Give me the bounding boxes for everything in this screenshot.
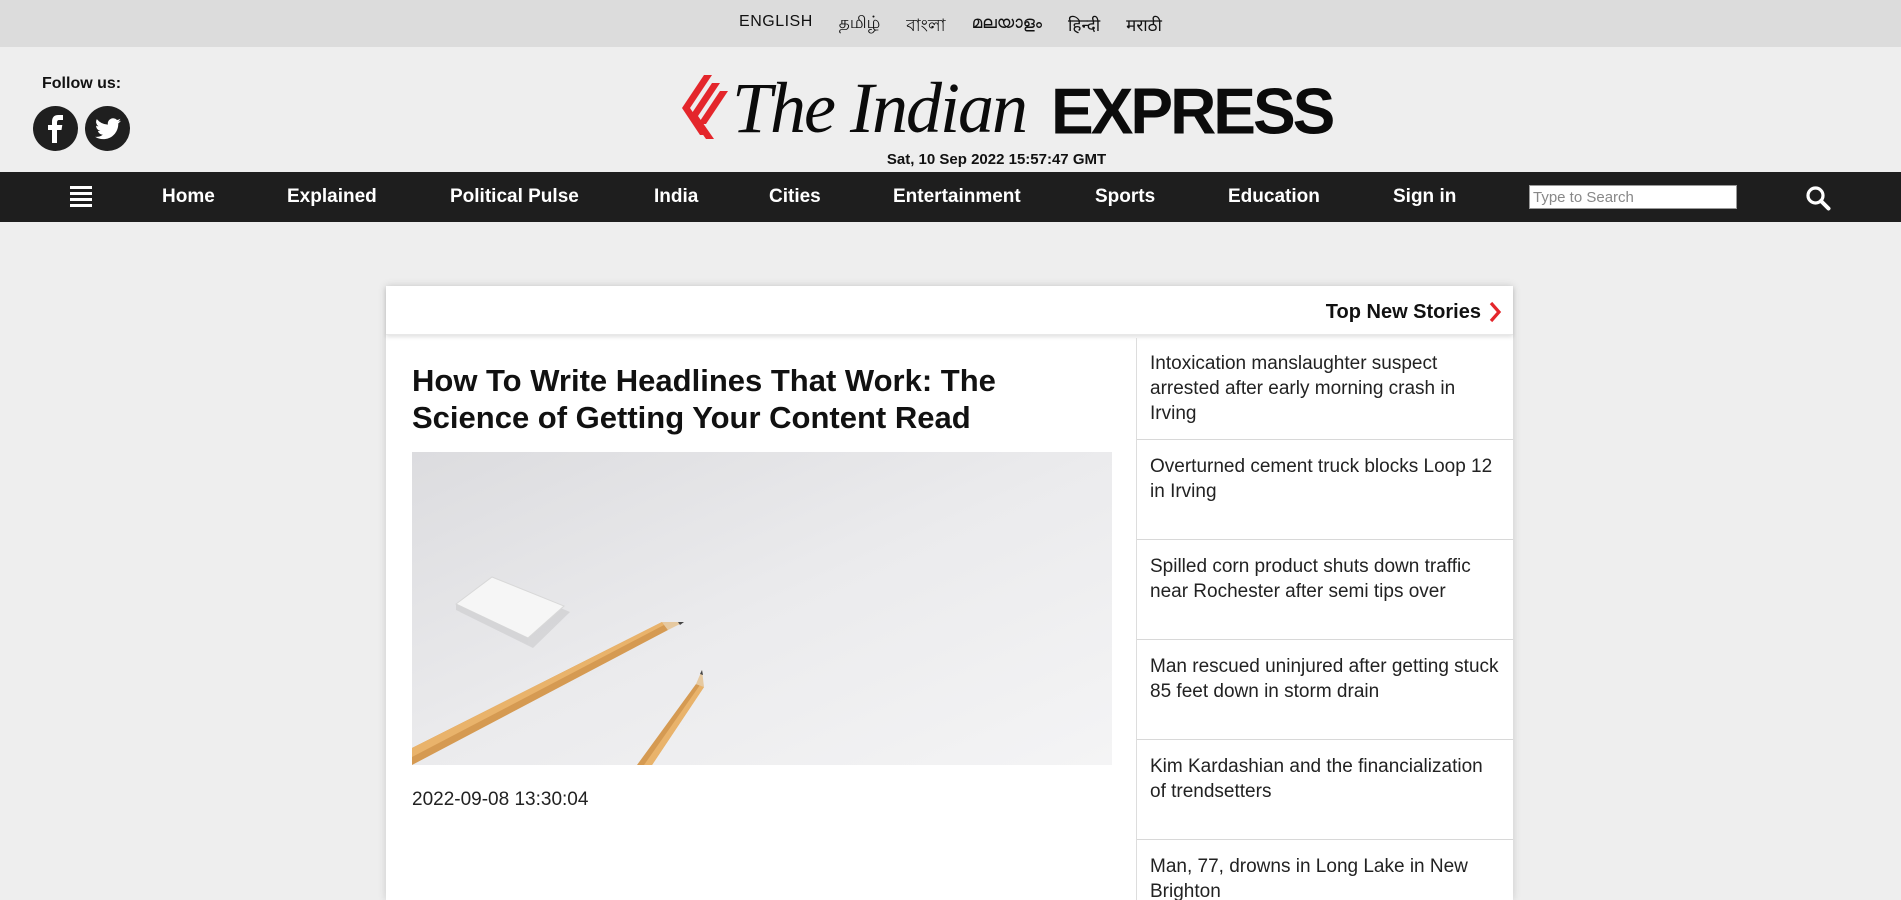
lang-bangla[interactable]: বাংলা: [906, 13, 945, 41]
twitter-icon[interactable]: [85, 106, 130, 151]
logo-mark-icon: [682, 75, 728, 139]
search-icon[interactable]: [1805, 185, 1831, 211]
story-item[interactable]: Kim Kardashian and the financialization …: [1137, 740, 1513, 840]
current-datetime: Sat, 10 Sep 2022 15:57:47 GMT: [886, 151, 1107, 168]
nav-political-pulse[interactable]: Political Pulse: [450, 186, 579, 208]
follow-us-label: Follow us:: [42, 75, 122, 92]
story-item[interactable]: Man, 77, drowns in Long Lake in New Brig…: [1137, 840, 1513, 900]
top-stories-label: Top New Stories: [1325, 301, 1481, 323]
nav-sports[interactable]: Sports: [1095, 186, 1155, 208]
search-input[interactable]: [1529, 185, 1737, 209]
article-image[interactable]: [412, 452, 1112, 765]
article: How To Write Headlines That Work: The Sc…: [412, 362, 1112, 810]
lang-hindi[interactable]: हिन्दी: [1068, 13, 1100, 41]
lang-english[interactable]: ENGLISH: [739, 13, 813, 41]
nav-sign-in[interactable]: Sign in: [1393, 186, 1456, 208]
pencils-eraser-illustration: [412, 452, 1112, 765]
article-headline[interactable]: How To Write Headlines That Work: The Sc…: [412, 362, 1112, 436]
hamburger-icon[interactable]: [70, 186, 92, 208]
story-item[interactable]: Spilled corn product shuts down traffic …: [1137, 540, 1513, 640]
lang-marathi[interactable]: मराठी: [1126, 13, 1162, 41]
facebook-icon[interactable]: [33, 106, 78, 151]
language-list: ENGLISH தமிழ் বাংলা മലയാളം हिन्दी मराठी: [0, 13, 1901, 41]
nav-entertainment[interactable]: Entertainment: [893, 186, 1021, 208]
chevron-right-icon[interactable]: [1487, 300, 1503, 324]
social-links: [33, 106, 130, 151]
logo-wordmark-the-indian: The Indian: [732, 68, 1028, 148]
lang-tamil[interactable]: தமிழ்: [839, 13, 881, 41]
language-bar: ENGLISH தமிழ் বাংলা മലയാളം हिन्दी मराठी: [0, 0, 1901, 47]
site-logo[interactable]: The Indian EXPRESS: [678, 68, 1335, 148]
nav-explained[interactable]: Explained: [287, 186, 377, 208]
nav-home[interactable]: Home: [162, 186, 215, 208]
site-header: Follow us: The Indian EXPRESS Sat, 10 Se…: [0, 47, 1901, 172]
story-item[interactable]: Overturned cement truck blocks Loop 12 i…: [1137, 440, 1513, 540]
article-date: 2022-09-08 13:30:04: [412, 789, 589, 810]
top-stories-list: Intoxication manslaughter suspect arrest…: [1136, 338, 1513, 900]
main-nav: Home Explained Political Pulse India Cit…: [0, 172, 1901, 222]
story-item[interactable]: Man rescued uninjured after getting stuc…: [1137, 640, 1513, 740]
top-stories-header[interactable]: Top New Stories: [386, 286, 1513, 335]
logo-wordmark-express: EXPRESS: [1051, 74, 1335, 148]
nav-india[interactable]: India: [654, 186, 698, 208]
nav-education[interactable]: Education: [1228, 186, 1320, 208]
nav-cities[interactable]: Cities: [769, 186, 821, 208]
lang-malayalam[interactable]: മലയാളം: [972, 13, 1042, 41]
content-card: Top New Stories How To Write Headlines T…: [386, 286, 1513, 900]
story-item[interactable]: Intoxication manslaughter suspect arrest…: [1137, 338, 1513, 440]
